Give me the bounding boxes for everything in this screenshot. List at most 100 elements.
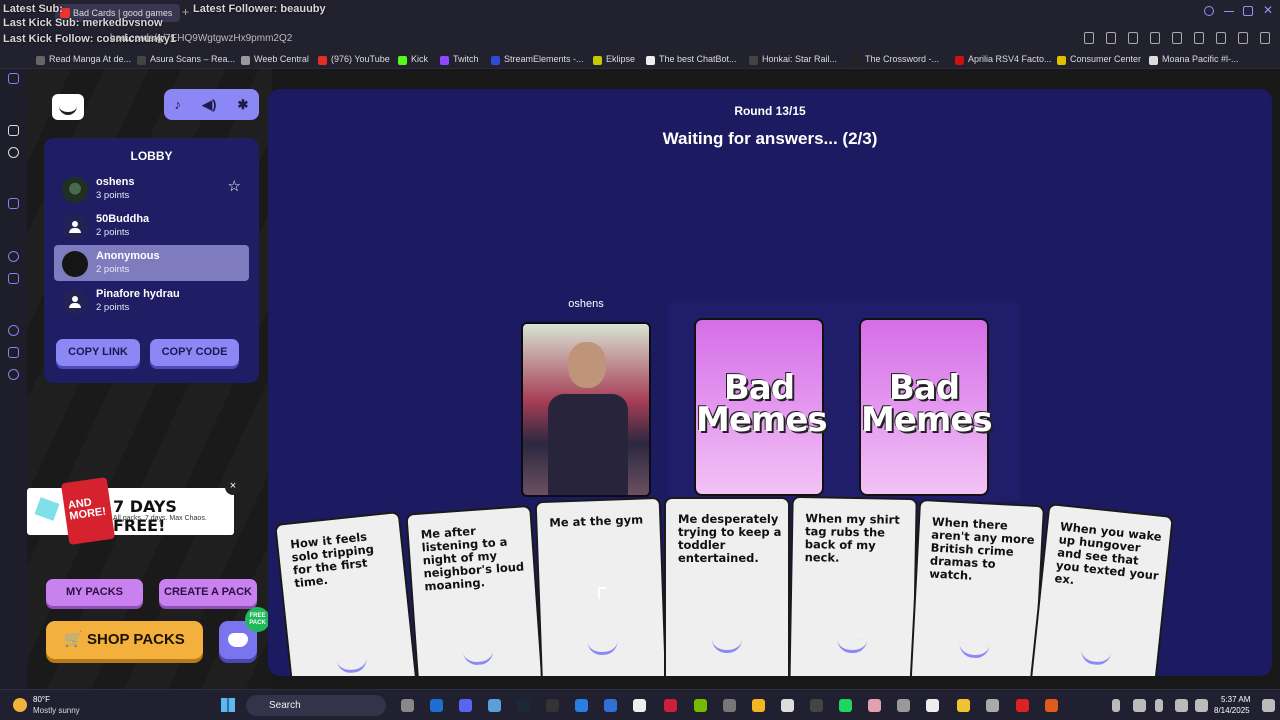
screenshot-icon[interactable]: [1106, 32, 1116, 44]
player-icon[interactable]: [8, 251, 19, 262]
folder-icon[interactable]: [957, 699, 970, 712]
sidebar-icon[interactable]: [1172, 32, 1182, 44]
bookmark-4[interactable]: Kick: [398, 54, 428, 65]
tray-icon[interactable]: [1133, 699, 1146, 712]
settings-icon[interactable]: [8, 369, 19, 380]
bookmark-0[interactable]: Read Manga At de...: [36, 54, 131, 65]
play-icon[interactable]: [1150, 32, 1160, 44]
opera-gx-icon[interactable]: [664, 699, 677, 712]
restore-icon[interactable]: [1243, 6, 1253, 16]
bookmark-12[interactable]: Consumer Center: [1057, 54, 1141, 65]
app-icon[interactable]: [810, 699, 823, 712]
gear-icon[interactable]: ✱: [238, 97, 249, 113]
network-icon[interactable]: [1175, 699, 1188, 712]
file-icon[interactable]: [633, 699, 646, 712]
bookmark-8[interactable]: The best ChatBot...: [646, 54, 737, 65]
bookmark-10[interactable]: The Crossword -...: [852, 54, 939, 65]
bad-cards-logo[interactable]: [52, 94, 84, 120]
player-row[interactable]: 50Buddha 2 points: [54, 208, 249, 244]
hand-card[interactable]: When there aren't any more British crime…: [908, 498, 1046, 676]
menu-icon[interactable]: [1260, 32, 1270, 44]
player-points: 3 points: [96, 190, 130, 201]
app-icon[interactable]: [1016, 699, 1029, 712]
windows-start-icon[interactable]: [221, 698, 235, 712]
app-icon[interactable]: [575, 699, 588, 712]
aria-icon[interactable]: [8, 125, 19, 136]
round-counter: Round 13/15: [734, 104, 806, 118]
app-icon[interactable]: [781, 699, 794, 712]
bookmark-icon[interactable]: [1084, 32, 1094, 44]
copy-code-button[interactable]: COPY CODE: [150, 339, 239, 366]
epic-games-icon[interactable]: [546, 699, 559, 712]
search-icon[interactable]: [1204, 6, 1214, 16]
nvidia-icon[interactable]: [694, 699, 707, 712]
messenger-icon[interactable]: [8, 73, 19, 84]
hand-card[interactable]: Me after listening to a night of my neig…: [405, 504, 545, 676]
discord-taskbar-icon[interactable]: [459, 699, 472, 712]
app-icon[interactable]: [1045, 699, 1058, 712]
bookmark-5[interactable]: Twitch: [440, 54, 479, 65]
app-icon[interactable]: [986, 699, 999, 712]
hand-card[interactable]: Me desperately trying to keep a toddler …: [664, 497, 790, 676]
new-tab-button[interactable]: +: [182, 5, 189, 19]
url-field[interactable]: bad.cards/g/7EHQ9WgtgwzHx9pmm2Q2: [110, 33, 292, 44]
bookmark-11[interactable]: Aprilia RSV4 Facto...: [955, 54, 1052, 65]
heart-icon[interactable]: [1194, 32, 1204, 44]
bookmark-1[interactable]: Asura Scans – Rea...: [137, 54, 235, 65]
chrome-icon[interactable]: [752, 699, 765, 712]
bookmarks-bar: Read Manga At de... Asura Scans – Rea...…: [0, 52, 1280, 69]
twitch-icon[interactable]: [8, 198, 19, 209]
chatgpt-icon[interactable]: [8, 147, 19, 158]
clock-date[interactable]: 8/14/2025: [1214, 706, 1250, 715]
taskbar-search[interactable]: Search: [246, 695, 386, 716]
player-row[interactable]: Pinafore hydrau 2 points: [54, 283, 249, 319]
notification-icon[interactable]: [1262, 699, 1275, 712]
app-icon[interactable]: [926, 699, 939, 712]
copy-link-button[interactable]: COPY LINK: [56, 339, 140, 366]
app-icon[interactable]: [897, 699, 910, 712]
volume-tray-icon[interactable]: [1195, 699, 1208, 712]
create-pack-button[interactable]: CREATE A PACK: [159, 579, 257, 606]
app-icon[interactable]: [723, 699, 736, 712]
volume-icon[interactable]: ◀): [202, 97, 216, 113]
bookmark-2[interactable]: Weeb Central: [241, 54, 309, 65]
hand-card[interactable]: When my shirt tag rubs the back of my ne…: [788, 495, 918, 676]
star-icon[interactable]: ☆: [228, 177, 241, 195]
avatar: [62, 214, 88, 240]
outlook-icon[interactable]: [430, 699, 443, 712]
microphone-icon[interactable]: [1155, 699, 1163, 712]
shop-packs-button[interactable]: 🛒 SHOP PACKS: [46, 621, 203, 659]
hand-card[interactable]: How it feels solo tripping for the first…: [274, 510, 420, 676]
download-icon[interactable]: [1238, 32, 1248, 44]
music-icon[interactable]: ♪: [175, 97, 182, 112]
close-window-icon[interactable]: ✕: [1263, 3, 1273, 17]
hand-card-text: When my shirt tag rubs the back of my ne…: [804, 511, 900, 565]
hand-card[interactable]: When you wake up hungover and see that y…: [1028, 502, 1174, 676]
promo-close-button[interactable]: ×: [225, 479, 241, 495]
bookmark-7[interactable]: Eklipse: [593, 54, 635, 65]
photos-icon[interactable]: [488, 699, 501, 712]
promo-banner[interactable]: AND MORE! 7 DAYS FREE! All packs. 7 days…: [27, 477, 234, 545]
bookmark-3[interactable]: (976) YouTube: [318, 54, 390, 65]
wallet-icon[interactable]: [1216, 32, 1226, 44]
player-row[interactable]: oshens 3 points ☆: [54, 171, 249, 207]
tray-chevron-icon[interactable]: [1112, 699, 1120, 712]
spotify-icon[interactable]: [839, 699, 852, 712]
extension-icon[interactable]: [1128, 32, 1138, 44]
browser-tab-bar: Bad Cards | good games + ✕: [0, 0, 1280, 26]
player-row-current[interactable]: Anonymous 2 points: [54, 245, 249, 281]
bookmark-6[interactable]: StreamElements -...: [491, 54, 584, 65]
bookmark-9[interactable]: Honkai: Star Rail...: [749, 54, 837, 65]
steam-icon[interactable]: [517, 699, 530, 712]
send-icon[interactable]: [8, 273, 19, 284]
task-view-icon[interactable]: [401, 699, 414, 712]
bookmark-13[interactable]: Moana Pacific #l-...: [1149, 54, 1239, 65]
app-icon[interactable]: [868, 699, 881, 712]
clock-time[interactable]: 5:37 AM: [1221, 695, 1250, 704]
history-icon[interactable]: [8, 325, 19, 336]
my-packs-button[interactable]: MY PACKS: [46, 579, 143, 606]
minimize-icon[interactable]: [1224, 6, 1234, 12]
pin-icon[interactable]: [8, 347, 19, 358]
hand-card-text: When you wake up hungover and see that y…: [1053, 519, 1163, 588]
app-icon[interactable]: [604, 699, 617, 712]
